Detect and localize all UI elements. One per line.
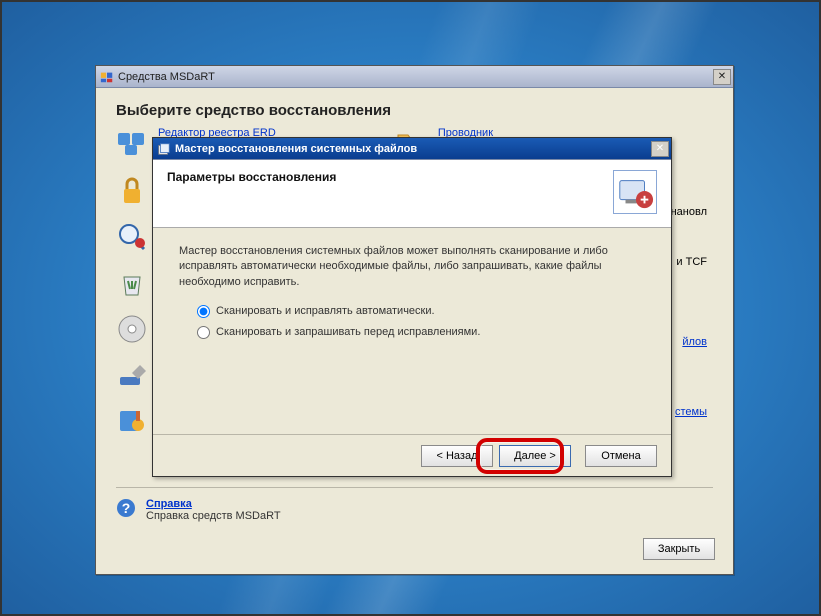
radio-ask-input[interactable] (197, 326, 210, 339)
disc-icon (116, 313, 148, 345)
brush-icon (116, 359, 148, 391)
wizard-titlebar[interactable]: Мастер восстановления системных файлов ✕ (153, 138, 671, 160)
wizard-title: Мастер восстановления системных файлов (175, 143, 651, 155)
help-link[interactable]: Справка (146, 498, 281, 510)
partial-link-system[interactable]: стемы (675, 406, 707, 418)
svg-text:?: ? (122, 500, 131, 516)
radio-auto-input[interactable] (197, 305, 210, 318)
radio-auto[interactable]: Сканировать и исправлять автоматически. (197, 304, 645, 319)
help-icon: ? (116, 498, 136, 518)
partial-link-files[interactable]: йлов (682, 336, 707, 348)
help-desc: Справка средств MSDaRT (146, 510, 281, 522)
msdart-title: Средства MSDaRT (118, 71, 713, 83)
wizard-header-title: Параметры восстановления (167, 170, 603, 184)
cancel-button[interactable]: Отмена (585, 445, 657, 467)
partial-text-1: нановл (671, 206, 707, 218)
wizard-close-icon[interactable]: ✕ (651, 141, 669, 157)
close-button[interactable]: Закрыть (643, 538, 715, 560)
msdart-close-icon[interactable]: ✕ (713, 69, 731, 85)
next-button[interactable]: Далее > (499, 445, 571, 467)
divider (116, 487, 713, 488)
tools-icon (116, 405, 148, 437)
wizard-header-icon (613, 170, 657, 214)
wizard-title-icon (157, 142, 171, 156)
wizard-body-text: Мастер восстановления системных файлов м… (179, 244, 645, 290)
recycle-icon (116, 267, 148, 299)
lock-icon (116, 175, 148, 207)
registry-icon (116, 127, 148, 159)
msdart-icon (100, 70, 114, 84)
partial-text-2: и TCF (676, 256, 707, 268)
msdart-titlebar[interactable]: Средства MSDaRT ✕ (96, 66, 733, 88)
radio-ask[interactable]: Сканировать и запрашивать перед исправле… (197, 325, 645, 340)
wizard-header: Параметры восстановления (153, 160, 671, 228)
wizard-dialog: Мастер восстановления системных файлов ✕… (152, 137, 672, 477)
back-button[interactable]: < Назад (421, 445, 493, 467)
radio-ask-label: Сканировать и запрашивать перед исправле… (216, 325, 480, 340)
radio-auto-label: Сканировать и исправлять автоматически. (216, 304, 435, 319)
wizard-footer: < Назад Далее > Отмена (153, 434, 671, 476)
wizard-body: Мастер восстановления системных файлов м… (153, 228, 671, 361)
search-disk-icon (116, 221, 148, 253)
page-title: Выберите средство восстановления (116, 102, 713, 119)
